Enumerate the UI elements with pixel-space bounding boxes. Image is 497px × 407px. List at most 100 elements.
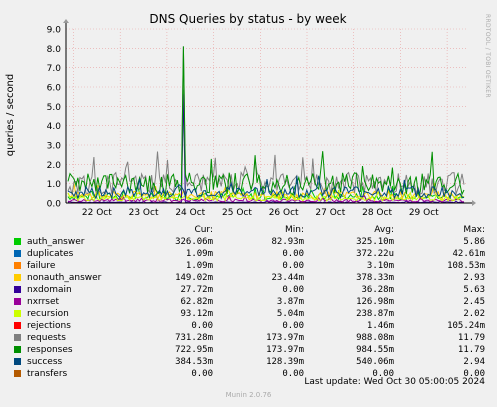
legend-name: failure: [27, 261, 56, 271]
y-tick-label: 4.0: [47, 122, 62, 132]
y-tick-label: 6.0: [47, 84, 62, 94]
legend-max: 108.53m: [447, 261, 485, 271]
series-lines: [67, 46, 465, 204]
legend-cur: 384.53m: [175, 357, 213, 367]
x-tick-label: 28 Oct: [362, 208, 392, 218]
legend-max: 11.79: [457, 333, 485, 343]
legend-avg: 540.06m: [356, 357, 394, 367]
legend-swatch: [14, 274, 21, 281]
x-tick-labels: 22 Oct 23 Oct 24 Oct 25 Oct 26 Oct 27 Oct 28 O…: [82, 208, 439, 218]
legend-name: nxrrset: [27, 297, 60, 307]
legend-avg: 988.08m: [356, 333, 394, 343]
legend-header-max: Max:: [463, 225, 485, 235]
legend-avg: 238.87m: [356, 309, 394, 319]
rrdtool-credit: RRDTOOL / TOBI OETIKER: [484, 14, 491, 98]
legend-row-duplicates: duplicates 1.09m 0.00 372.22u 42.61m: [14, 248, 492, 260]
x-tick-label: 26 Oct: [269, 208, 299, 218]
legend-min: 3.87m: [276, 297, 304, 307]
legend-cur: 1.09m: [185, 249, 213, 259]
legend-min: 5.04m: [276, 309, 304, 319]
legend-name: requests: [27, 333, 66, 343]
legend-avg: 378.33m: [356, 273, 394, 283]
legend-min: 0.00: [282, 369, 304, 379]
series-line-responses: [67, 46, 465, 196]
legend-cur: 1.09m: [185, 261, 213, 271]
legend-avg: 36.28m: [361, 285, 394, 295]
legend-name: duplicates: [27, 249, 74, 259]
legend-max: 11.79: [457, 345, 485, 355]
legend-avg: 3.10m: [366, 261, 394, 271]
legend-cur: 149.02m: [175, 273, 213, 283]
legend-name: transfers: [27, 369, 68, 379]
legend-min: 0.00: [282, 261, 304, 271]
legend-row-failure: failure 1.09m 0.00 3.10m 108.53m: [14, 260, 492, 272]
last-update: Last update: Wed Oct 30 05:00:05 2024: [304, 377, 485, 387]
legend-swatch: [14, 262, 21, 269]
y-tick-label: 2.0: [47, 161, 62, 171]
legend-row-responses: responses 722.95m 173.97m 984.55m 11.79: [14, 344, 492, 356]
y-tick-label: 3.0: [47, 142, 62, 152]
legend-avg: 126.98m: [356, 297, 394, 307]
legend-row-success: success 384.53m 128.39m 540.06m 2.94: [14, 356, 492, 368]
y-tick-label: 7.0: [47, 64, 62, 74]
legend-cur: 731.28m: [175, 333, 213, 343]
legend-min: 173.97m: [266, 333, 304, 343]
legend-header-row: Cur: Min: Avg: Max:: [14, 224, 492, 236]
legend-max: 42.61m: [452, 249, 485, 259]
legend-name: success: [27, 357, 63, 367]
x-tick-label: 23 Oct: [129, 208, 159, 218]
x-tick-label: 27 Oct: [315, 208, 345, 218]
legend-row-rejections: rejections 0.00 0.00 1.46m 105.24m: [14, 320, 492, 332]
y-tick-label: 1.0: [47, 180, 62, 190]
legend-cur: 93.12m: [180, 309, 213, 319]
legend-swatch: [14, 370, 21, 377]
legend-cur: 0.00: [191, 369, 213, 379]
legend-avg: 1.46m: [366, 321, 394, 331]
legend-swatch: [14, 346, 21, 353]
munin-version: Munin 2.0.76: [225, 391, 272, 399]
chart-title: DNS Queries by status - by week: [149, 12, 346, 26]
legend-swatch: [14, 238, 21, 245]
legend-swatch: [14, 322, 21, 329]
legend-max: 5.63: [463, 285, 485, 295]
legend-max: 2.45: [463, 297, 485, 307]
legend-max: 5.86: [463, 237, 485, 247]
legend-row-requests: requests 731.28m 173.97m 988.08m 11.79: [14, 332, 492, 344]
legend-row-recursion: recursion 93.12m 5.04m 238.87m 2.02: [14, 308, 492, 320]
x-tick-label: 24 Oct: [175, 208, 205, 218]
chart-svg: DNS Queries by status - by week queries …: [5, 12, 476, 218]
x-tick-label: 25 Oct: [222, 208, 252, 218]
legend-cur: 326.06m: [175, 237, 213, 247]
legend-name: auth_answer: [27, 237, 85, 247]
legend-min: 0.00: [282, 321, 304, 331]
legend-row-nxrrset: nxrrset 62.82m 3.87m 126.98m 2.45: [14, 296, 492, 308]
legend-cur: 722.95m: [175, 345, 213, 355]
legend-header-min: Min:: [284, 225, 304, 235]
legend-min: 0.00: [282, 285, 304, 295]
legend-swatch: [14, 298, 21, 305]
legend-row-auth_answer: auth_answer 326.06m 82.93m 325.10m 5.86: [14, 236, 492, 248]
legend-header-avg: Avg:: [374, 225, 394, 235]
legend-min: 0.00: [282, 249, 304, 259]
legend-max: 2.93: [463, 273, 485, 283]
legend-name: nonauth_answer: [27, 273, 102, 283]
legend-swatch: [14, 310, 21, 317]
legend-name: nxdomain: [27, 285, 72, 295]
series-line-requests: [67, 46, 465, 196]
legend-max: 2.94: [463, 357, 485, 367]
legend-min: 128.39m: [266, 357, 304, 367]
y-tick-label: 8.0: [47, 45, 62, 55]
y-axis-label: queries / second: [5, 74, 16, 156]
y-tick-label: 0.0: [47, 200, 62, 210]
legend-min: 23.44m: [271, 273, 304, 283]
legend-min: 173.97m: [266, 345, 304, 355]
legend-swatch: [14, 358, 21, 365]
legend-row-nonauth_answer: nonauth_answer 149.02m 23.44m 378.33m 2.93: [14, 272, 492, 284]
legend-min: 82.93m: [271, 237, 304, 247]
y-tick-label: 5.0: [47, 103, 62, 113]
legend-name: rejections: [27, 321, 71, 331]
x-tick-label: 22 Oct: [82, 208, 112, 218]
legend-swatch: [14, 334, 21, 341]
legend-max: 2.02: [463, 309, 485, 319]
legend-name: responses: [27, 345, 73, 355]
